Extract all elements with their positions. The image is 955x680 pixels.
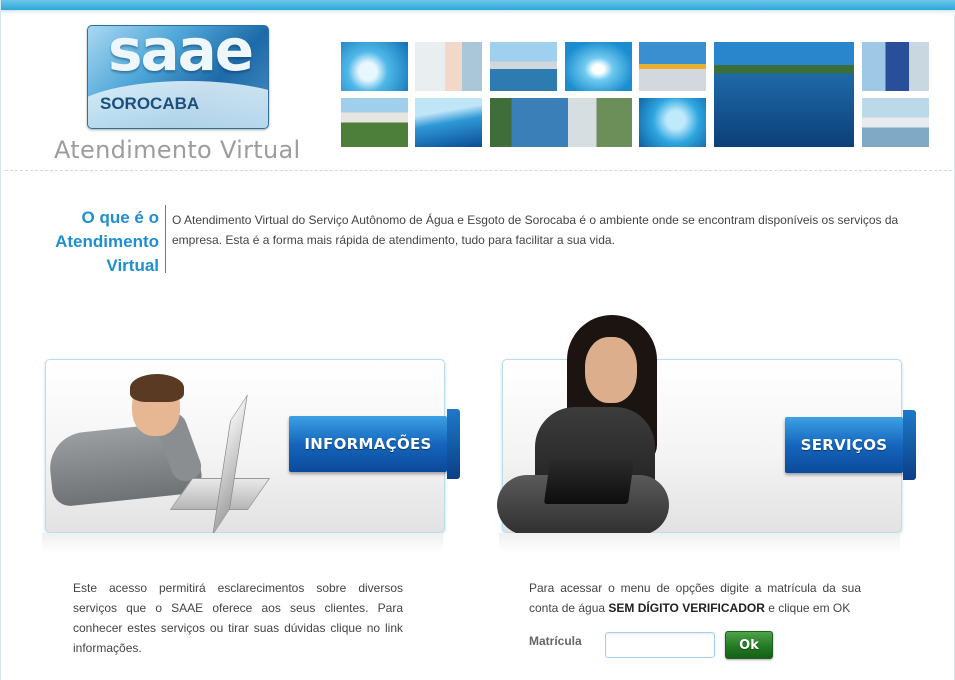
about-heading-line2: Atendimento	[55, 232, 159, 251]
logo-word: saae	[108, 25, 254, 84]
logo-city: SOROCABA	[100, 94, 200, 113]
photo-pier	[862, 98, 929, 147]
photo-river	[341, 98, 408, 147]
servicos-description-bold: SEM DÍGITO VERIFICADOR	[608, 601, 765, 615]
photo-water-splash	[341, 42, 408, 91]
matricula-label: Matrícula	[529, 634, 582, 648]
servicos-description: Para acessar o menu de opções digite a m…	[529, 578, 861, 618]
about-heading-line1: O que é o	[81, 208, 159, 227]
servicos-button[interactable]: SERVIÇOS	[785, 410, 916, 480]
informacoes-description: Este acesso permitirá esclarecimentos so…	[73, 581, 403, 655]
informacoes-button[interactable]: INFORMAÇÕES	[289, 409, 460, 479]
boy-hair	[130, 374, 184, 402]
photo-lake	[714, 42, 854, 147]
saae-logo[interactable]: saae SOROCABA	[87, 25, 269, 129]
photo-reservoir	[490, 42, 557, 91]
header-separator	[5, 170, 952, 171]
informacoes-card[interactable]: INFORMAÇÕES	[45, 359, 460, 536]
laptop-screen	[212, 394, 248, 536]
about-divider	[165, 205, 166, 273]
girl-with-laptop-illustration	[497, 315, 677, 535]
photo-water-surface	[415, 98, 482, 147]
photo-treatment-station	[639, 42, 706, 91]
girl-laptop	[543, 460, 635, 504]
boy-with-laptop-illustration	[46, 360, 286, 536]
photo-water-drop	[565, 42, 632, 91]
ok-button[interactable]: Ok	[725, 631, 773, 659]
about-text: O Atendimento Virtual do Serviço Autônom…	[172, 213, 899, 247]
servicos-description-suffix: e clique em OK	[764, 601, 851, 615]
photo-technician	[862, 42, 929, 91]
app-title: Atendimento Virtual	[54, 136, 301, 164]
about-heading: O que é o Atendimento Virtual	[31, 206, 159, 278]
matricula-input[interactable]	[605, 632, 715, 658]
top-bar	[1, 0, 955, 10]
informacoes-card-reflection	[42, 533, 443, 553]
photo-water-bubbles	[639, 98, 706, 147]
girl-face	[585, 337, 637, 403]
top-bar-highlight	[1, 10, 955, 14]
servicos-card-reflection	[499, 533, 900, 553]
photo-dam	[490, 98, 632, 147]
servicos-card[interactable]: SERVIÇOS	[497, 315, 916, 535]
about-heading-line3: Virtual	[106, 256, 159, 275]
page: saae SOROCABA Atendimento Virtual O que …	[0, 0, 955, 680]
photo-woman-drinking-water	[415, 42, 482, 91]
